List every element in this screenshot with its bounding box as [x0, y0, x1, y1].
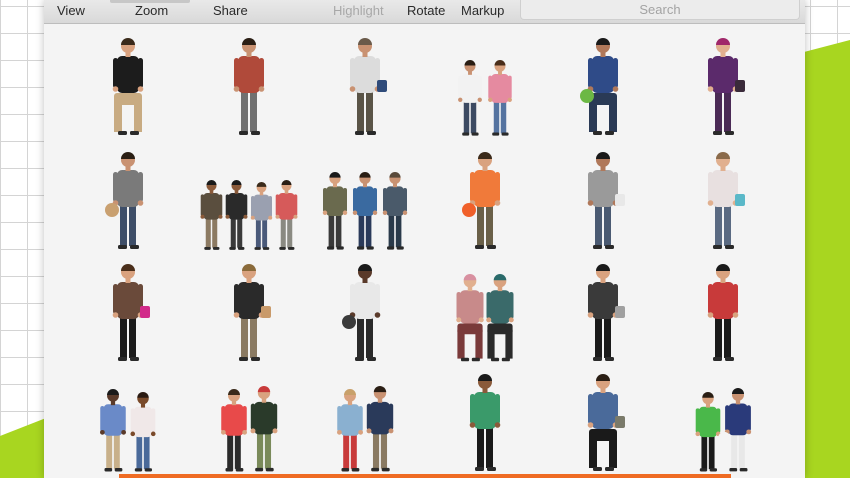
figure-image: [112, 38, 144, 135]
search-input[interactable]: [520, 0, 800, 20]
figure-image: [458, 60, 512, 136]
image-grid: [44, 24, 805, 478]
figure-cell-man-seated-with-bag[interactable]: [544, 368, 662, 478]
figure-image: [707, 264, 739, 361]
figure-cell-couple-walking[interactable]: [426, 32, 544, 142]
figure-cell-woman-magenta-bag[interactable]: [69, 258, 187, 368]
figure-image: [462, 152, 501, 249]
figure-image: [322, 172, 408, 250]
figure-cell-two-men-playing[interactable]: [190, 368, 308, 478]
figure-cell-woman-green-top[interactable]: [426, 368, 544, 478]
highlight-button[interactable]: Highlight: [333, 3, 384, 18]
figure-cell-kid-orange-balloon[interactable]: [426, 146, 544, 256]
figure-cell-group-of-four[interactable]: [190, 146, 308, 256]
figure-image: [342, 264, 381, 361]
figure-image: [587, 264, 625, 361]
preview-window: View Zoom Share Highlight Rotate Markup: [44, 0, 805, 478]
figure-cell-woman-scarf-standing[interactable]: [544, 258, 662, 368]
figure-cell-two-seated-women[interactable]: [426, 258, 544, 368]
figure-image: [580, 38, 619, 135]
figure-image: [112, 264, 150, 361]
figure-cell-man-pushing-stroller[interactable]: [306, 258, 424, 368]
figure-image: [336, 386, 394, 472]
figure-cell-couple-walking-together[interactable]: [69, 368, 187, 478]
figure-cell-woman-shopping-bag[interactable]: [664, 146, 782, 256]
progress-bar: [119, 474, 731, 478]
figure-cell-man-backpack-walking-away[interactable]: [306, 32, 424, 142]
figure-image: [349, 38, 387, 135]
figure-cell-man-crouching-lettuce[interactable]: [544, 32, 662, 142]
figure-cell-group-of-three[interactable]: [306, 146, 424, 256]
figure-image: [456, 274, 514, 362]
figure-cell-boy-red-shirt[interactable]: [664, 258, 782, 368]
figure-image: [233, 38, 265, 135]
rotate-button[interactable]: Rotate: [407, 3, 445, 18]
figure-image: [707, 38, 745, 135]
accent-shape-right: [804, 40, 850, 478]
share-button[interactable]: Share: [213, 3, 248, 18]
figure-cell-seated-man-skull-shirt[interactable]: [69, 32, 187, 142]
figure-cell-couple-denim-jacket[interactable]: [306, 368, 424, 478]
markup-button[interactable]: Markup: [461, 3, 504, 18]
figure-image: [469, 374, 501, 471]
figure-image: [707, 152, 745, 249]
figure-image: [587, 152, 625, 249]
figure-cell-woman-purple-hair[interactable]: [664, 32, 782, 142]
view-button[interactable]: View: [57, 3, 85, 18]
figure-image: [220, 386, 278, 472]
figure-image: [233, 264, 271, 361]
zoom-button[interactable]: Zoom: [135, 3, 168, 18]
figure-image: [695, 388, 752, 472]
figure-image: [99, 389, 156, 472]
figure-cell-man-red-shirt-photographing[interactable]: [190, 32, 308, 142]
figure-image: [200, 180, 298, 250]
figure-image: [105, 152, 144, 249]
figure-image: [587, 374, 625, 471]
accent-shape-left: [0, 418, 46, 478]
figure-cell-man-carrying-boxes[interactable]: [69, 146, 187, 256]
figure-cell-boys-playing-soccer[interactable]: [664, 368, 782, 478]
figure-cell-man-carrying-groceries[interactable]: [190, 258, 308, 368]
figure-cell-man-grey-shirt-walking[interactable]: [544, 146, 662, 256]
toolbar: View Zoom Share Highlight Rotate Markup: [44, 0, 805, 24]
